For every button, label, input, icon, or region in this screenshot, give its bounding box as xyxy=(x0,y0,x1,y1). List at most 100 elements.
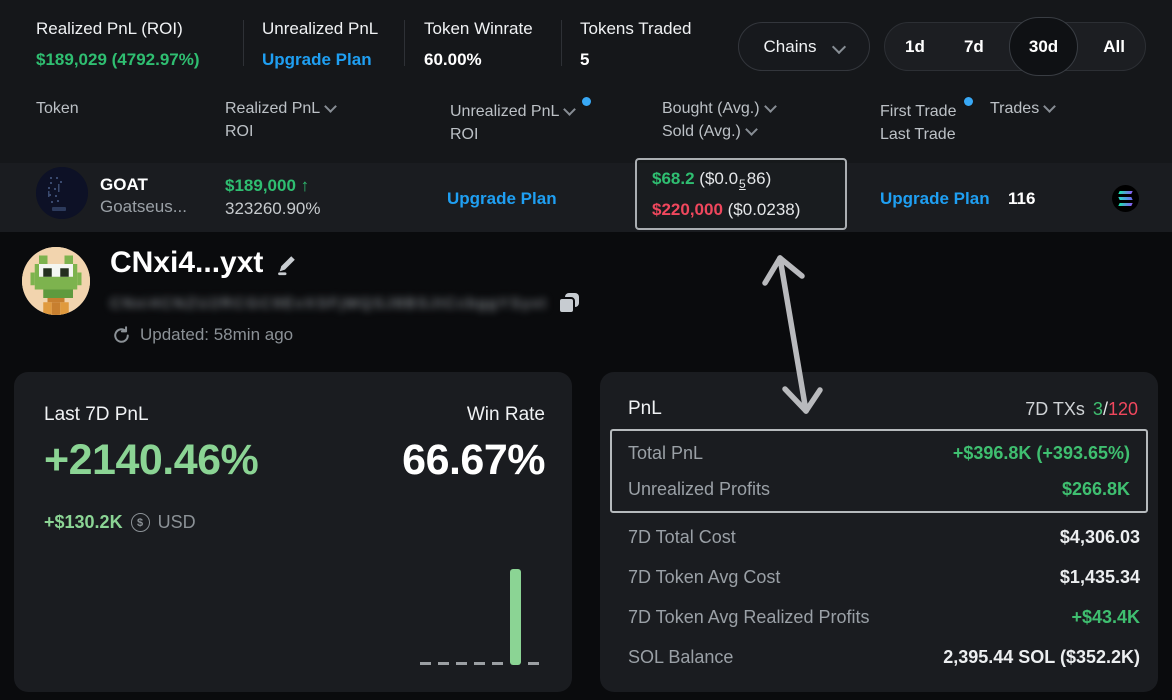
divider xyxy=(404,20,405,66)
trades-count: 116 xyxy=(1008,189,1035,209)
first-trade-upgrade-link[interactable]: Upgrade Plan xyxy=(880,189,990,209)
solana-icon xyxy=(1112,185,1139,212)
bought-sold-highlight-box: $68.2 ($0.0586) $220,000 ($0.0238) xyxy=(635,158,847,230)
stat-label: Token Winrate xyxy=(424,19,533,39)
txs-label: 7D TXs xyxy=(1025,399,1085,419)
sort-chevron-icon[interactable] xyxy=(764,100,777,113)
time-filter-7d[interactable]: 7d xyxy=(950,22,998,71)
stat-tokens-traded: Tokens Traded 5 xyxy=(580,19,692,70)
chart-zero-dash xyxy=(528,662,539,665)
edit-pencil-icon[interactable] xyxy=(275,251,300,276)
pnl-percent-value: +2140.46% xyxy=(44,436,258,485)
txs-total: 120 xyxy=(1108,399,1138,419)
pnl-usd-value: +$130.2K xyxy=(44,512,123,533)
chains-label: Chains xyxy=(764,37,817,57)
chart-bar xyxy=(510,569,521,665)
solana-bar xyxy=(1118,197,1132,200)
bought-price-end: 86) xyxy=(747,169,772,188)
chart-zero-dash xyxy=(474,662,485,665)
pnl-detail-card: PnL 7D TXs3/120 Total PnL +$396.8K (+393… xyxy=(600,372,1158,692)
win-rate-value: 66.67% xyxy=(402,436,545,485)
row-value: $266.8K xyxy=(1062,479,1130,500)
table-row: Unrealized Profits $266.8K xyxy=(612,479,1146,500)
time-filter-group: 1d 7d 30d All xyxy=(884,22,1146,71)
stat-value: 5 xyxy=(580,50,692,70)
col-header-trades[interactable]: Trades xyxy=(990,97,1054,120)
sort-chevron-icon[interactable] xyxy=(324,100,337,113)
wallet-address-row: CNxi4CNZU2RCGC9EvXSFjMQSJ8BSJtCcbggYSyxt xyxy=(110,290,600,316)
refresh-icon[interactable] xyxy=(112,326,131,345)
table-row: Total PnL +$396.8K (+393.65%) xyxy=(612,443,1146,464)
col-label: Unrealized PnL xyxy=(450,103,559,120)
col-label: Last Trade xyxy=(880,123,973,146)
upgrade-plan-link[interactable]: Upgrade Plan xyxy=(262,50,378,70)
bought-line: $68.2 ($0.0586) xyxy=(652,166,845,197)
sort-chevron-icon[interactable] xyxy=(564,103,577,116)
row-label: Total PnL xyxy=(628,443,703,464)
sold-amount: $220,000 xyxy=(652,200,723,219)
table-row: 7D Token Avg Realized Profits +$43.4K xyxy=(600,597,1158,637)
time-filter-1d[interactable]: 1d xyxy=(891,22,939,71)
chevron-down-icon xyxy=(832,39,846,53)
copy-icon-front xyxy=(558,297,575,314)
unrealized-upgrade-link[interactable]: Upgrade Plan xyxy=(447,189,557,209)
stat-realized-pnl: Realized PnL (ROI) $189,029 (4792.97%) xyxy=(36,19,200,70)
usd-swap-icon[interactable]: $ xyxy=(131,513,150,532)
last-7d-pnl-card: Last 7D PnL Win Rate +2140.46% 66.67% +$… xyxy=(14,372,572,692)
pnl-card-title: PnL xyxy=(628,398,662,420)
col-label: Sold (Avg.) xyxy=(662,123,741,140)
col-label: Realized PnL xyxy=(225,100,320,117)
row-value: +$396.8K (+393.65%) xyxy=(953,443,1130,464)
solana-bar xyxy=(1118,203,1132,206)
table-row: SOL Balance 2,395.44 SOL ($352.2K) xyxy=(600,637,1158,677)
token-avatar[interactable] xyxy=(36,167,88,219)
divider xyxy=(243,20,244,66)
col-label: Trades xyxy=(990,100,1039,117)
row-value: $4,306.03 xyxy=(1060,527,1140,548)
row-label: 7D Token Avg Realized Profits xyxy=(628,607,869,628)
token-cell[interactable]: GOAT Goatseus... xyxy=(100,174,187,218)
sold-line: $220,000 ($0.0238) xyxy=(652,197,845,222)
7d-txs: 7D TXs3/120 xyxy=(1025,399,1138,420)
wallet-analytics-page: Realized PnL (ROI) $189,029 (4792.97%) U… xyxy=(0,0,1172,700)
stat-token-winrate: Token Winrate 60.00% xyxy=(424,19,533,70)
updated-row: Updated: 58min ago xyxy=(112,325,293,345)
solana-bar xyxy=(1118,191,1132,194)
col-label: Token xyxy=(36,100,79,117)
stat-value: 60.00% xyxy=(424,50,533,70)
col-header-bought-sold[interactable]: Bought (Avg.) Sold (Avg.) xyxy=(662,97,775,143)
chains-dropdown[interactable]: Chains xyxy=(738,22,870,71)
row-value: $1,435.34 xyxy=(1060,567,1140,588)
stat-label: Realized PnL (ROI) xyxy=(36,19,200,39)
row-value: +$43.4K xyxy=(1071,607,1140,628)
up-arrow-icon: ↑ xyxy=(301,176,310,195)
col-label: Bought (Avg.) xyxy=(662,100,760,117)
price-subscript: 5 xyxy=(739,177,746,191)
sort-chevron-icon[interactable] xyxy=(745,123,758,136)
usd-unit-label: USD xyxy=(158,512,196,533)
roi-value: 323260.90% xyxy=(225,197,320,220)
time-filter-30d[interactable]: 30d xyxy=(1009,17,1078,76)
time-filter-all[interactable]: All xyxy=(1089,22,1139,71)
stat-value: $189,029 (4792.97%) xyxy=(36,50,200,70)
col-label: ROI xyxy=(225,120,335,143)
stat-unrealized-pnl: Unrealized PnL Upgrade Plan xyxy=(262,19,378,70)
row-label: 7D Total Cost xyxy=(628,527,736,548)
table-row: 7D Total Cost $4,306.03 xyxy=(600,517,1158,557)
wallet-avatar[interactable] xyxy=(22,247,90,315)
wallet-address-blurred: CNxi4CNZU2RCGC9EvXSFjMQSJ8BSJtCcbggYSyxt xyxy=(110,295,548,312)
col-header-token[interactable]: Token xyxy=(36,97,79,120)
chart-zero-dash xyxy=(420,662,431,665)
notification-dot xyxy=(582,97,591,106)
copy-address-icon[interactable] xyxy=(558,293,579,314)
col-label: ROI xyxy=(450,123,591,146)
col-header-first-last-trade[interactable]: First Trade Last Trade xyxy=(880,97,973,146)
sort-chevron-icon[interactable] xyxy=(1043,100,1056,113)
realized-pnl-cell: $189,000 ↑ 323260.90% xyxy=(225,174,320,220)
table-row: 7D Token Avg Cost $1,435.34 xyxy=(600,557,1158,597)
chart-zero-dash xyxy=(456,662,467,665)
wallet-display-name: CNxi4...yxt xyxy=(110,246,263,280)
col-header-unrealized-pnl[interactable]: Unrealized PnL ROI xyxy=(450,97,591,146)
col-header-realized-pnl[interactable]: Realized PnL ROI xyxy=(225,97,335,143)
chart-zero-dash xyxy=(438,662,449,665)
